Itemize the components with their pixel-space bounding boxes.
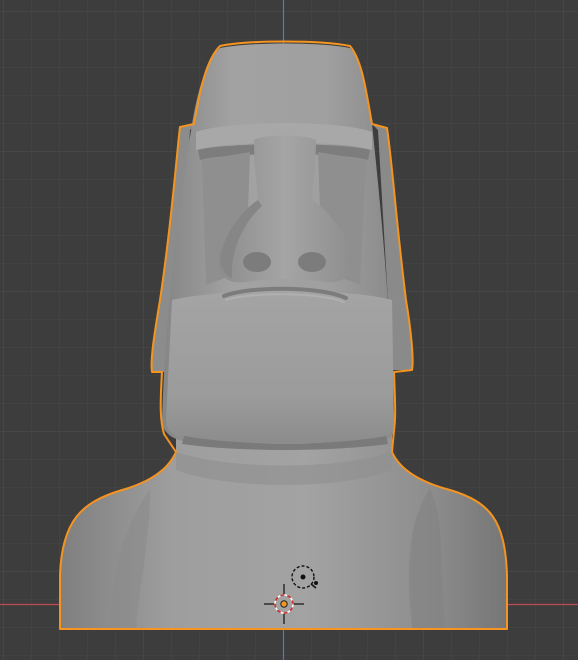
moai-chin: [166, 291, 394, 443]
3d-viewport[interactable]: [0, 0, 578, 660]
nostril-left: [243, 252, 271, 272]
viewport-canvas[interactable]: [0, 0, 578, 660]
object-origin-icon: [280, 600, 288, 608]
nostril-right: [298, 252, 326, 272]
